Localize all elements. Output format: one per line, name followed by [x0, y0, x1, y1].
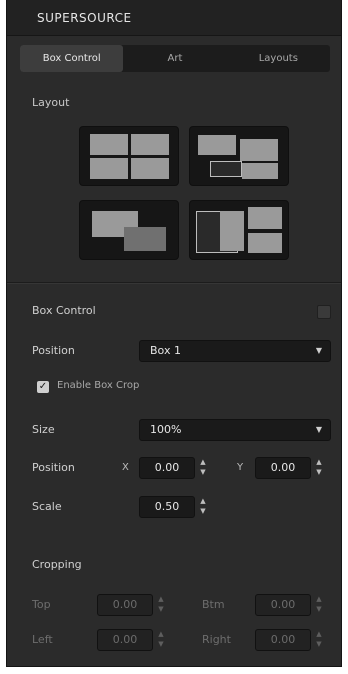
tab-art[interactable]: Art — [123, 45, 226, 72]
preset-box — [90, 134, 128, 155]
tab-bar: Box Control Art Layouts — [20, 45, 330, 72]
position-x-stepper[interactable]: ▲ ▼ — [199, 457, 207, 479]
crop-left-input[interactable]: 0.00 — [97, 629, 153, 651]
crop-top-label: Top — [32, 598, 51, 611]
y-axis-label: Y — [237, 462, 244, 473]
preset-box — [90, 158, 128, 179]
position-source-select[interactable]: Box 1 ▼ — [139, 340, 331, 362]
x-axis-label: X — [122, 462, 129, 473]
scale-stepper[interactable]: ▲ ▼ — [199, 496, 207, 518]
layout-preset-overlap[interactable] — [79, 200, 179, 260]
supersource-panel: SUPERSOURCE Box Control Art Layouts Layo… — [6, 0, 342, 667]
box-enable-toggle[interactable] — [317, 305, 331, 319]
preset-box — [220, 211, 244, 251]
preset-box — [210, 161, 242, 177]
crop-top-input[interactable]: 0.00 — [97, 594, 153, 616]
crop-bottom-stepper[interactable]: ▲ ▼ — [315, 594, 323, 616]
preset-box — [131, 158, 169, 179]
crop-bottom-input[interactable]: 0.00 — [255, 594, 311, 616]
layout-section-label: Layout — [32, 96, 70, 109]
preset-box — [248, 233, 282, 253]
position-source-label: Position — [32, 344, 75, 357]
section-divider — [7, 282, 341, 284]
size-label: Size — [32, 423, 55, 436]
crop-top-stepper[interactable]: ▲ ▼ — [157, 594, 165, 616]
size-select[interactable]: 100% ▼ — [139, 419, 331, 441]
crop-checkbox[interactable]: ✓ — [37, 381, 49, 393]
chevron-down-icon: ▼ — [315, 425, 322, 434]
crop-left-stepper[interactable]: ▲ ▼ — [157, 629, 165, 651]
layout-preset-stack[interactable] — [189, 126, 289, 186]
crop-left-label: Left — [32, 633, 53, 646]
crop-right-stepper[interactable]: ▲ ▼ — [315, 629, 323, 651]
cropping-label: Cropping — [32, 558, 82, 571]
tab-box-control[interactable]: Box Control — [20, 45, 124, 72]
tab-layouts[interactable]: Layouts — [227, 45, 330, 72]
panel-title: SUPERSOURCE — [7, 0, 341, 36]
position-y-input[interactable]: 0.00 — [255, 457, 311, 479]
chevron-down-icon: ▼ — [315, 346, 322, 355]
size-value: 100% — [150, 423, 182, 436]
preset-box — [242, 163, 278, 179]
position-source-value: Box 1 — [150, 344, 181, 357]
preset-box — [240, 139, 278, 161]
layout-preset-split[interactable] — [189, 200, 289, 260]
scale-label: Scale — [32, 500, 62, 513]
preset-box — [131, 134, 169, 155]
crop-bottom-label: Btm — [202, 598, 225, 611]
position-label: Position — [32, 461, 75, 474]
crop-checkbox-label: Enable Box Crop — [57, 380, 140, 391]
scale-input[interactable]: 0.50 — [139, 496, 195, 518]
preset-box — [198, 135, 236, 155]
layout-preset-grid[interactable] — [79, 126, 179, 186]
box-control-label: Box Control — [32, 304, 96, 317]
crop-right-input[interactable]: 0.00 — [255, 629, 311, 651]
preset-box — [248, 207, 282, 229]
position-x-input[interactable]: 0.00 — [139, 457, 195, 479]
position-y-stepper[interactable]: ▲ ▼ — [315, 457, 323, 479]
preset-box — [124, 227, 166, 251]
crop-right-label: Right — [202, 633, 231, 646]
